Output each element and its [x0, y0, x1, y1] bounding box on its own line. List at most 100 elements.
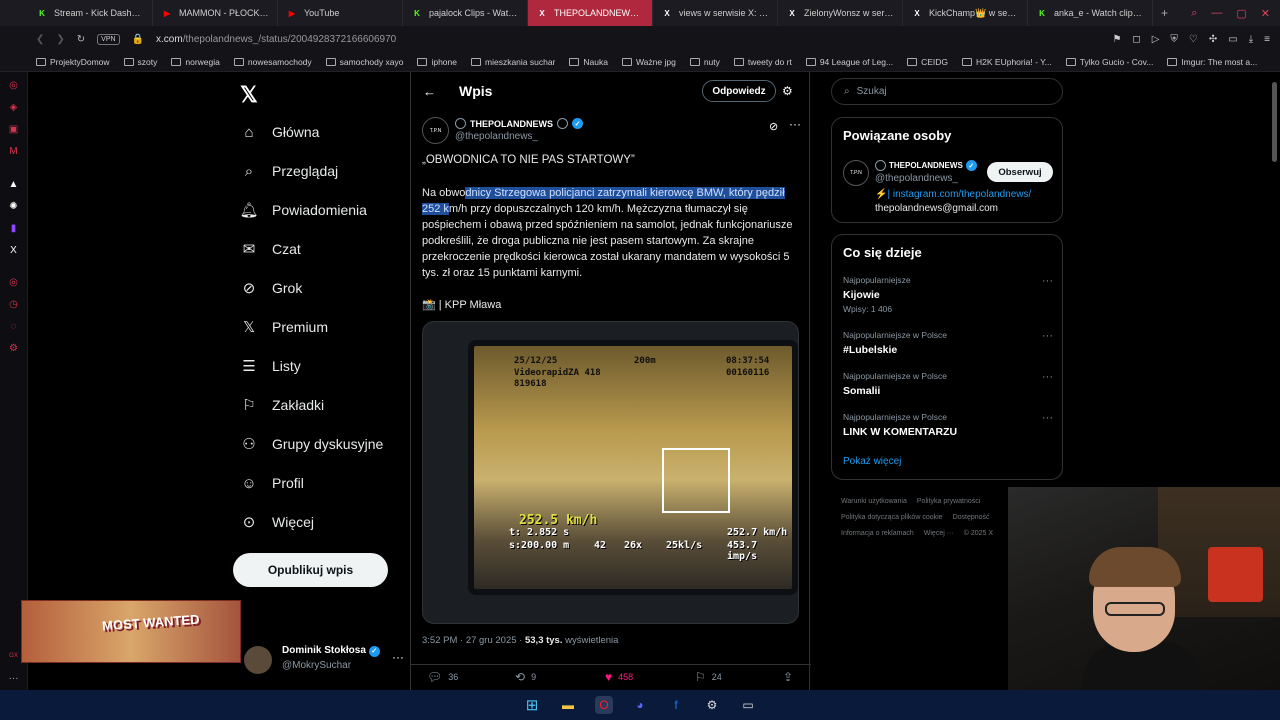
sidebar-app-icon[interactable]: ◎	[7, 276, 20, 289]
related-name[interactable]: THEPOLANDNEWS ✓	[875, 160, 977, 171]
opera-gx-icon[interactable]: O	[595, 696, 613, 714]
author-handle[interactable]: @thepolandnews_	[455, 131, 538, 142]
x-logo-icon[interactable]: 𝕏	[240, 82, 258, 108]
history-icon[interactable]: ◷	[7, 298, 20, 311]
play-icon[interactable]: ▷	[1152, 34, 1160, 45]
x-icon[interactable]: X	[7, 244, 20, 257]
nav-explore[interactable]: ⌕ Przeglądaj	[240, 162, 338, 180]
more-icon[interactable]: ···	[789, 117, 801, 131]
bookmark-item[interactable]: tweety do rt	[733, 57, 792, 67]
tab[interactable]: X THEPOLANDNEWS 🌐 w s	[528, 0, 653, 26]
bookmark-item[interactable]: mieszkania suchar	[471, 57, 555, 67]
bookmark-item[interactable]: H2K EUphoria! - Y...	[962, 57, 1052, 67]
footer-link[interactable]: Więcej ···	[924, 530, 954, 537]
download-icon[interactable]: ⤓	[1249, 34, 1253, 45]
trend-item[interactable]: Najpopularniejsze Kijowie Wpisy: 1 406 ···	[843, 275, 1053, 314]
windows-start-icon[interactable]: ⊞	[523, 696, 541, 714]
trend-item[interactable]: Najpopularniejsze w Polsce #Lubelskie ···	[843, 330, 1053, 356]
close-icon[interactable]: ✕	[1261, 7, 1270, 20]
nav-premium[interactable]: 𝕏 Premium	[240, 318, 328, 336]
more-icon[interactable]: ···	[1042, 330, 1053, 342]
footer-link[interactable]: Dostępność	[953, 514, 990, 521]
bookmark-item[interactable]: nuty	[689, 57, 720, 67]
tab[interactable]: X ZielonyWonsz w serwisi	[778, 0, 903, 26]
twitch-icon[interactable]: ▮	[7, 222, 20, 235]
like-action[interactable]: ♥ 458	[605, 670, 633, 684]
tweet-photo[interactable]: 25/12/25 200m 08:37:54 VideorapidZA 418 …	[422, 321, 799, 624]
search-input[interactable]: ⌕ Szukaj	[831, 78, 1063, 105]
show-more-link[interactable]: Pokaż więcej	[843, 456, 901, 467]
new-tab-button[interactable]: +	[1153, 6, 1176, 20]
author-avatar[interactable]: T.P.N	[422, 117, 449, 144]
footer-link[interactable]: Polityka prywatności	[917, 498, 980, 505]
more-icon[interactable]: ···	[1042, 275, 1053, 287]
nav-grok[interactable]: ⊘ Grok	[240, 279, 303, 297]
tab[interactable]: X KickChamp👑 w serwis	[903, 0, 1028, 26]
nav-lists[interactable]: ☰ Listy	[240, 357, 301, 375]
bookmark-item[interactable]: norwegia	[171, 57, 220, 67]
forward-icon[interactable]: ❯	[56, 34, 64, 45]
reply-action[interactable]: 💬︎ 36	[427, 670, 458, 684]
tab[interactable]: ▶ MAMMON - PŁOCKIE KO	[153, 0, 278, 26]
bookmark-page-icon[interactable]: ⚑	[1112, 34, 1121, 45]
sidebar-app-icon[interactable]: M	[7, 145, 20, 158]
facebook-icon[interactable]: f	[667, 696, 685, 714]
terminal-icon[interactable]: ▭	[739, 696, 757, 714]
trend-item[interactable]: Najpopularniejsze w Polsce Somalii ···	[843, 371, 1053, 397]
shield-icon[interactable]: ⛨	[1170, 34, 1178, 45]
bookmark-item[interactable]: CEIDG	[907, 57, 948, 67]
tab[interactable]: Kpajalock Clips - Watch L	[403, 0, 528, 26]
follow-button[interactable]: Obserwuj	[987, 162, 1053, 182]
more-icon[interactable]: ···	[7, 672, 20, 685]
tweet-time[interactable]: 3:52 PM · 27 gru 2025 ·	[422, 635, 522, 646]
nav-chat[interactable]: ✉ Czat	[240, 240, 301, 258]
bookmark-item[interactable]: iphone	[417, 57, 457, 67]
vpn-badge[interactable]: VPN	[97, 33, 120, 45]
chatgpt-icon[interactable]: ✺	[7, 200, 20, 213]
bookmark-item[interactable]: Imgur: The most a...	[1167, 57, 1257, 67]
extensions-icon[interactable]: ✣	[1209, 34, 1217, 45]
bookmark-item[interactable]: Nauka	[569, 57, 608, 67]
tab[interactable]: ▶ YouTube	[278, 0, 403, 26]
nav-more[interactable]: ⊙ Więcej	[240, 513, 314, 531]
heart-icon[interactable]: ♡	[1189, 34, 1198, 45]
back-arrow-icon[interactable]: ←	[423, 84, 436, 99]
bookmark-action[interactable]: ⚐ 24	[695, 670, 722, 684]
more-icon[interactable]: ···	[1042, 371, 1053, 383]
maximize-icon[interactable]: ▢	[1236, 7, 1246, 20]
bookmark-item[interactable]: nowesamochody	[233, 57, 312, 67]
bookmark-item[interactable]: 94 League of Leg...	[805, 57, 893, 67]
discord-icon[interactable]: ◕	[631, 696, 649, 714]
site-info-icon[interactable]: 🔒	[132, 34, 144, 45]
file-explorer-icon[interactable]: ▬	[559, 696, 577, 714]
sidebar-app-icon[interactable]: GX	[7, 650, 20, 663]
more-icon[interactable]: ···	[392, 650, 404, 664]
nav-communities[interactable]: ⚇ Grupy dyskusyjne	[240, 435, 383, 453]
tab[interactable]: Xviews w serwisie X: „Miz	[653, 0, 778, 26]
footer-link[interactable]: Informacja o reklamach	[841, 530, 914, 537]
aria-icon[interactable]: ▲	[7, 178, 20, 191]
settings-icon[interactable]: ⚙	[7, 342, 20, 355]
nav-notifications[interactable]: 🔔︎ Powiadomienia	[239, 201, 366, 219]
bookmark-item[interactable]: Ważne jpg	[621, 57, 676, 67]
post-button[interactable]: Opublikuj wpis	[233, 553, 388, 587]
share-action[interactable]: ⇪	[783, 670, 793, 684]
bookmark-item[interactable]: szoty	[123, 57, 157, 67]
nav-bookmarks[interactable]: ⚐ Zakładki	[240, 396, 324, 414]
bookmark-item[interactable]: samochody xayo	[325, 57, 403, 67]
related-bio-link[interactable]: ⚡| instagram.com/thepolandnews/	[875, 189, 1031, 200]
tab[interactable]: Kanka_e - Watch clips on	[1028, 0, 1153, 26]
instagram-link[interactable]: instagram.com/thepolandnews/	[893, 189, 1031, 200]
avatar[interactable]: T.P.N	[843, 160, 869, 186]
sidebar-app-icon[interactable]: ◌	[7, 320, 20, 333]
menu-icon[interactable]: ≡	[1264, 34, 1270, 45]
back-icon[interactable]: ❮	[36, 34, 44, 45]
more-icon[interactable]: ···	[1042, 412, 1053, 424]
reply-button[interactable]: Odpowiedz	[702, 80, 776, 102]
footer-link[interactable]: Polityka dotycząca plików cookie	[841, 514, 943, 521]
nav-profile[interactable]: ☺ Profil	[240, 474, 304, 492]
tab[interactable]: K Stream - Kick Dashboard	[28, 0, 153, 26]
sidebar-app-icon[interactable]: ◈	[7, 101, 20, 114]
sidebar-app-icon[interactable]: ◎	[7, 79, 20, 92]
minimize-icon[interactable]: —	[1211, 7, 1222, 20]
